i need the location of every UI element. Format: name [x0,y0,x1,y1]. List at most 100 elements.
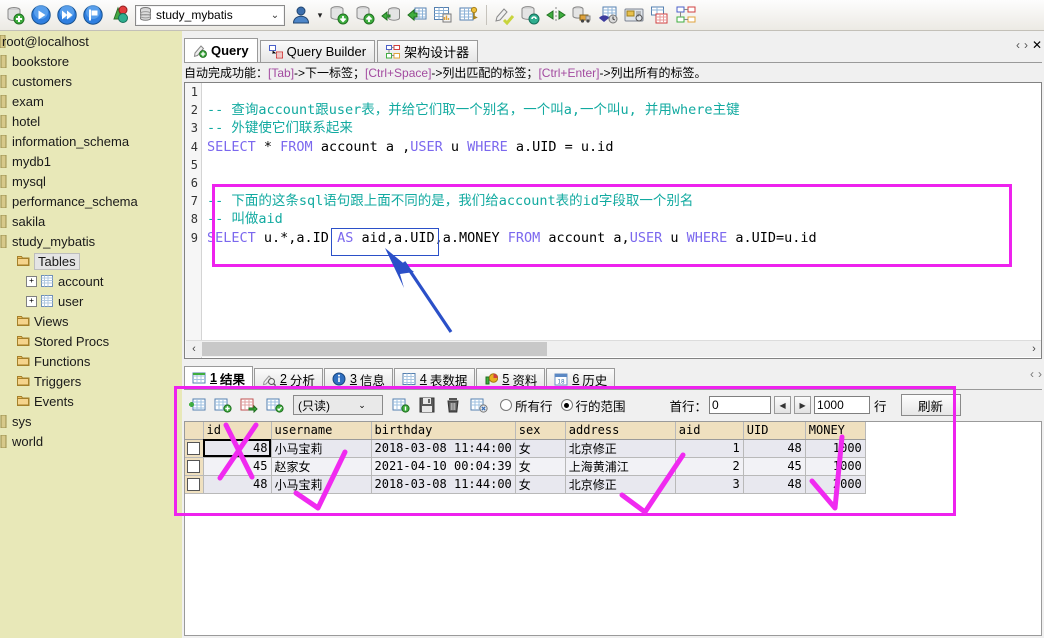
cell-sex[interactable]: 女 [515,475,566,494]
column-header-address[interactable]: address [565,422,676,440]
result-tab-4[interactable]: 4 表数据 [393,368,476,389]
column-header-sex[interactable]: sex [515,422,566,440]
cell-UID[interactable]: 48 [743,439,806,458]
tree-item-table-account[interactable]: + account [0,271,182,291]
table-row[interactable]: 48 小马宝莉 2018-03-08 11:44:00 女北京修正 3 48 2000 [185,475,866,494]
code-line[interactable]: SELECT u.*,a.ID AS aid,a.UID,a.MONEY FRO… [207,229,1041,247]
expand-toggle[interactable]: + [26,295,37,307]
cell-UID[interactable]: 48 [743,475,806,494]
sql-dump-icon[interactable] [491,2,517,28]
scrollbar-thumb[interactable] [202,342,547,356]
export-database-icon[interactable] [352,2,378,28]
code-line[interactable] [207,156,1041,174]
cell-UID[interactable]: 45 [743,457,806,476]
tab-架构设计器[interactable]: 架构设计器 [377,40,479,62]
cell-id[interactable]: 45 [203,457,272,476]
cell-id[interactable]: 48 [203,439,272,458]
run-icon[interactable] [28,2,54,28]
tree-item-database[interactable]: mydb1 [0,151,182,171]
code-line[interactable] [207,83,1041,101]
run-all-icon[interactable] [54,2,80,28]
cell-address[interactable]: 上海黄浦江 [565,457,676,476]
cell-address[interactable]: 北京修正 [565,439,676,458]
cell-username[interactable]: 小马宝莉 [271,475,372,494]
row-checkbox[interactable] [185,475,204,494]
duplicate-row-icon[interactable] [210,392,236,418]
cell-sex[interactable]: 女 [515,439,566,458]
expand-icon[interactable]: + [26,295,37,307]
refresh-database-icon[interactable] [517,2,543,28]
cell-aid[interactable]: 3 [675,475,744,494]
user-icon[interactable] [288,2,314,28]
tree-item-table-user[interactable]: + user [0,291,182,311]
object-tree-sidebar[interactable]: root@localhost bookstore customers exam hot… [0,31,182,638]
tree-item-database[interactable]: performance_schema [0,191,182,211]
tab-next-button[interactable]: › [1024,38,1028,52]
schema-designer-icon[interactable] [673,2,699,28]
first-row-input[interactable]: 0 [709,396,772,414]
chevron-down-icon[interactable]: ⌄ [266,10,284,21]
radio-row-range[interactable]: 行的范围 [560,396,626,415]
tree-item-database[interactable]: mysql [0,171,182,191]
sql-code[interactable]: -- 查询account跟user表，并给它们取一个别名，一个叫a,一个叫u, … [207,83,1041,358]
compare-icon[interactable] [106,2,132,28]
tree-item-functions[interactable]: Functions [0,351,182,371]
export-table-icon[interactable] [404,2,430,28]
cell-aid[interactable]: 1 [675,439,744,458]
refresh-button[interactable]: 刷新 [900,394,961,416]
cell-id[interactable]: 48 [203,475,272,494]
tree-item-tables[interactable]: Tables [0,251,182,271]
table-keys-icon[interactable] [456,2,482,28]
cell-birthday[interactable]: 2018-03-08 11:44:00 [371,475,516,494]
result-tab-5[interactable]: 5 资料 [476,368,546,389]
prev-page-button[interactable]: ◀ [774,396,792,414]
code-line[interactable]: -- 外键使它们联系起来 [207,119,1041,137]
save-icon[interactable] [414,392,440,418]
tab-close-button[interactable]: ✕ [1032,38,1042,52]
tree-item-database[interactable]: sakila [0,211,182,231]
result-tab-next[interactable]: › [1038,367,1042,381]
cell-birthday[interactable]: 2018-03-08 11:44:00 [371,439,516,458]
tree-item-database[interactable]: study_mybatis [0,231,182,251]
cell-address[interactable]: 北京修正 [565,475,676,494]
column-header-birthday[interactable]: birthday [371,422,516,440]
tree-item-database[interactable]: bookstore [0,51,182,71]
column-header-UID[interactable]: UID [743,422,806,440]
table-report-icon[interactable] [430,2,456,28]
code-line[interactable]: -- 查询account跟user表，并给它们取一个别名，一个叫a,一个叫u, … [207,101,1041,119]
expand-icon[interactable]: + [26,275,37,287]
column-header-MONEY[interactable]: MONEY [805,422,866,440]
result-tab-3[interactable]: 3 信息 [323,368,393,389]
table-designer-icon[interactable] [647,2,673,28]
column-header-username[interactable]: username [271,422,372,440]
paste-row-icon[interactable] [262,392,288,418]
cell-username[interactable]: 小马宝莉 [271,439,372,458]
column-header-id[interactable]: id [203,422,272,440]
tree-item-database[interactable]: world [0,431,182,451]
sync-icon[interactable] [543,2,569,28]
stop-icon[interactable] [80,2,106,28]
cell-username[interactable]: 赵家女 [271,457,372,476]
tree-item-database[interactable]: hotel [0,111,182,131]
cell-MONEY[interactable]: 1000 [805,457,866,476]
table-row[interactable]: 45 赵家女 2021-04-10 00:04:39 女上海黄浦江 2 45 1000 [185,457,866,476]
row-checkbox[interactable] [185,457,204,476]
delete-icon[interactable] [440,392,466,418]
table-row[interactable]: 48 小马宝莉 2018-03-08 11:44:00 女北京修正 1 48 1000 [185,439,866,458]
result-tab-2[interactable]: 2 分析 [253,368,323,389]
tree-item-database[interactable]: exam [0,91,182,111]
data-transfer-icon[interactable] [569,2,595,28]
backup-database-icon[interactable] [378,2,404,28]
select-all-header[interactable] [185,422,204,440]
copy-row-icon[interactable] [236,392,262,418]
code-line[interactable]: -- 叫做aid [207,210,1041,228]
result-tab-prev[interactable]: ‹ [1030,367,1034,381]
tree-item-database[interactable]: customers [0,71,182,91]
expand-toggle[interactable]: + [26,275,37,287]
code-line[interactable]: SELECT * FROM account a ,USER u WHERE a.… [207,138,1041,156]
next-page-button[interactable]: ▶ [794,396,812,414]
new-connection-icon[interactable] [2,2,28,28]
result-tab-1[interactable]: 1 结果 [184,366,253,389]
cell-birthday[interactable]: 2021-04-10 00:04:39 [371,457,516,476]
cell-MONEY[interactable]: 2000 [805,475,866,494]
